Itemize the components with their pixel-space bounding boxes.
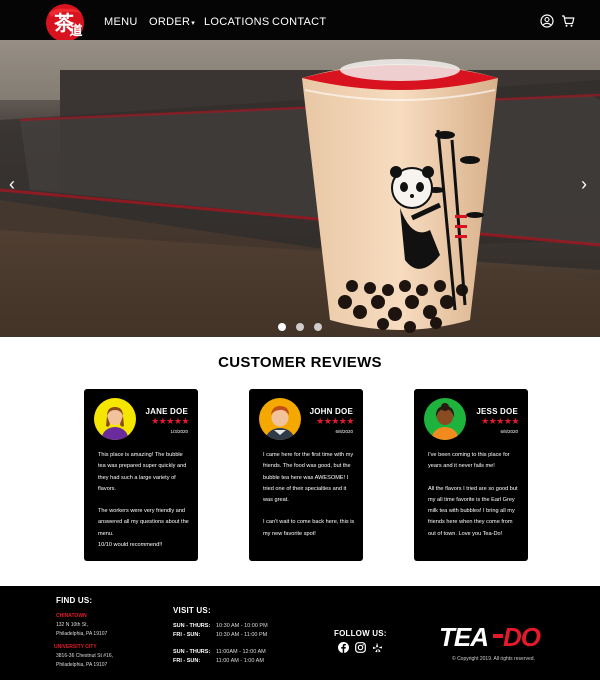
star-rating-icon: ★★★★★ <box>316 416 354 426</box>
reviewer-name: JOHN DOE <box>309 407 353 416</box>
star-rating-icon: ★★★★★ <box>151 416 189 426</box>
nav-order-label[interactable]: ORDER <box>149 16 190 28</box>
instagram-icon[interactable] <box>355 642 366 653</box>
review-date: 6/8/2020 <box>335 429 353 434</box>
avatar <box>94 398 136 440</box>
review-card: JANE DOE ★★★★★ 1/3/2020 This place is am… <box>84 389 198 561</box>
svg-text:DO: DO <box>503 622 541 650</box>
review-paragraph: This place is amazing! The bubble tea wa… <box>98 452 187 492</box>
star-rating-icon: ★★★★★ <box>481 416 519 426</box>
review-text: I've been coming to this place for years… <box>428 450 520 551</box>
hero-carousel[interactable]: ‹ › <box>0 40 600 337</box>
svg-text:TEA: TEA <box>439 622 488 650</box>
nav-locations-link[interactable]: LOCATIONS <box>204 16 269 28</box>
review-paragraph: I've been coming to this place for years… <box>428 452 510 470</box>
male-avatar-icon <box>259 398 301 440</box>
review-paragraph: I came here for the first time with my f… <box>263 452 354 504</box>
nav-order-link[interactable]: ORDER▾ <box>149 16 195 28</box>
review-paragraph: I can't wait to come back here, this is … <box>263 519 355 537</box>
shopping-cart-icon[interactable] <box>561 14 575 28</box>
tea-do-brand-logo: TEA DO <box>439 622 542 650</box>
location-address: 3816-36 Chestnut St #16, <box>56 653 113 659</box>
carousel-dot-3[interactable] <box>314 323 322 331</box>
review-card: JESS DOE ★★★★★ 6/8/2020 I've been coming… <box>414 389 528 561</box>
top-nav: 茶 道 MENU ORDER▾ LOCATIONS CONTACT <box>0 0 600 43</box>
review-paragraph: All the flavors I tried are so good but … <box>428 485 518 537</box>
review-date: 6/8/2020 <box>500 429 518 434</box>
hours-time: 10:30 AM - 11:00 PM <box>216 632 268 638</box>
find-us-heading: FIND US: <box>56 596 93 605</box>
location-city: Philadelphia, PA 19107 <box>56 662 108 668</box>
hours-time: 10:30 AM - 10:00 PM <box>216 623 268 629</box>
user-circle-icon[interactable] <box>540 14 554 28</box>
reviews-heading: CUSTOMER REVIEWS <box>218 354 382 371</box>
avatar <box>259 398 301 440</box>
carousel-dot-1[interactable] <box>278 323 286 331</box>
reviewer-name: JANE DOE <box>145 407 188 416</box>
follow-us-heading: FOLLOW US: <box>334 629 387 638</box>
hero-bubble-tea-image <box>0 40 600 337</box>
hours-time: 11:00AM - 12:00 AM <box>216 649 266 655</box>
carousel-dot-2[interactable] <box>296 323 304 331</box>
hours-day: SUN - THURS: <box>173 649 211 655</box>
chevron-down-icon[interactable]: ▾ <box>191 20 195 27</box>
hours-day: FRI - SUN: <box>173 632 201 638</box>
reviewer-name: JESS DOE <box>476 407 518 416</box>
site-footer: FIND US: CHINATOWN 132 N 10th St, Philad… <box>0 586 600 680</box>
yelp-icon[interactable] <box>372 642 383 653</box>
review-text: This place is amazing! The bubble tea wa… <box>98 450 190 562</box>
hours-time: 11:00 AM - 1:00 AM <box>216 658 264 664</box>
review-paragraph: The workers were very friendly and answe… <box>98 508 189 537</box>
tea-do-logo[interactable]: 茶 道 <box>43 3 87 43</box>
review-paragraph: 10/10 would recommend!! <box>98 542 163 549</box>
review-date: 1/3/2020 <box>170 429 188 434</box>
nav-menu-link[interactable]: MENU <box>104 16 138 28</box>
review-text: I came here for the first time with my f… <box>263 450 355 551</box>
visit-us-heading: VISIT US: <box>173 606 211 615</box>
hours-day: SUN - THURS: <box>173 623 211 629</box>
carousel-prev-arrow[interactable]: ‹ <box>9 175 15 193</box>
carousel-next-arrow[interactable]: › <box>581 175 587 193</box>
female-avatar-icon <box>94 398 136 440</box>
nav-contact-link[interactable]: CONTACT <box>272 16 326 28</box>
location-name-university-city[interactable]: UNIVERSITY CITY <box>54 644 97 650</box>
location-name-chinatown[interactable]: CHINATOWN <box>56 613 87 619</box>
svg-text:道: 道 <box>69 23 82 39</box>
review-card: JOHN DOE ★★★★★ 6/8/2020 I came here for … <box>249 389 363 561</box>
avatar <box>424 398 466 440</box>
facebook-icon[interactable] <box>338 642 349 653</box>
location-city: Philadelphia, PA 19107 <box>56 631 108 637</box>
location-address: 132 N 10th St, <box>56 622 88 628</box>
hours-day: FRI - SUN: <box>173 658 201 664</box>
copyright-text: © Copyright 2019. All rights reserved. <box>452 656 535 662</box>
female-avatar-icon <box>424 398 466 440</box>
